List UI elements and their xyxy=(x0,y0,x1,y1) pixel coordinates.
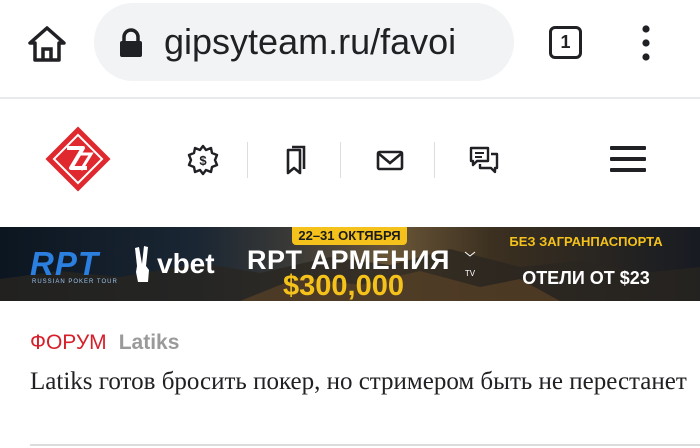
promo-hotels: ОТЕЛИ ОТ $23 xyxy=(522,268,650,288)
chat-icon[interactable] xyxy=(468,144,500,176)
tv-label: TV xyxy=(464,269,476,278)
rpt-logo-subtitle: RUSSIAN POKER TOUR xyxy=(32,279,118,285)
tab-switcher-button[interactable]: 1 xyxy=(549,26,582,59)
tv-icon: TV xyxy=(459,251,481,278)
lock-icon xyxy=(118,28,144,58)
rpt-logo: RPT xyxy=(30,245,99,282)
event-dates: 22–31 ОКТЯБРЯ xyxy=(292,227,407,245)
bookmarks-icon[interactable] xyxy=(280,144,312,176)
section-link[interactable]: ФОРУМ xyxy=(30,331,107,354)
article-meta: ФОРУМ Latiks xyxy=(30,330,179,356)
site-header: $ xyxy=(0,99,700,224)
svg-text:$: $ xyxy=(199,153,207,168)
article-title[interactable]: Latiks готов бросить покер, но стримером… xyxy=(30,366,690,398)
site-logo[interactable] xyxy=(45,126,111,192)
home-icon[interactable] xyxy=(26,23,68,65)
browser-toolbar: gipsyteam.ru/favoi 1 xyxy=(0,0,700,96)
url-text[interactable]: gipsyteam.ru/favoi xyxy=(164,20,514,64)
nav-divider xyxy=(434,142,435,178)
promo-no-passport: БЕЗ ЗАГРАНПАСПОРТА xyxy=(509,234,663,249)
address-bar[interactable]: gipsyteam.ru/favoi xyxy=(94,3,514,81)
victory-hand-icon xyxy=(133,244,153,286)
mail-icon[interactable] xyxy=(374,144,406,176)
ad-banner[interactable]: RPT RUSSIAN POKER TOUR vbet 22–31 ОКТЯБР… xyxy=(0,227,700,301)
settings-badge-icon[interactable]: $ xyxy=(187,144,219,176)
prize-pool: $300,000 xyxy=(283,270,404,301)
hamburger-menu-icon[interactable] xyxy=(610,144,646,174)
nav-divider xyxy=(247,142,248,178)
kebab-menu-icon[interactable] xyxy=(636,24,656,62)
nav-divider xyxy=(340,142,341,178)
author-link[interactable]: Latiks xyxy=(119,331,180,354)
vbet-logo: vbet xyxy=(157,248,215,279)
article-divider xyxy=(30,444,700,446)
